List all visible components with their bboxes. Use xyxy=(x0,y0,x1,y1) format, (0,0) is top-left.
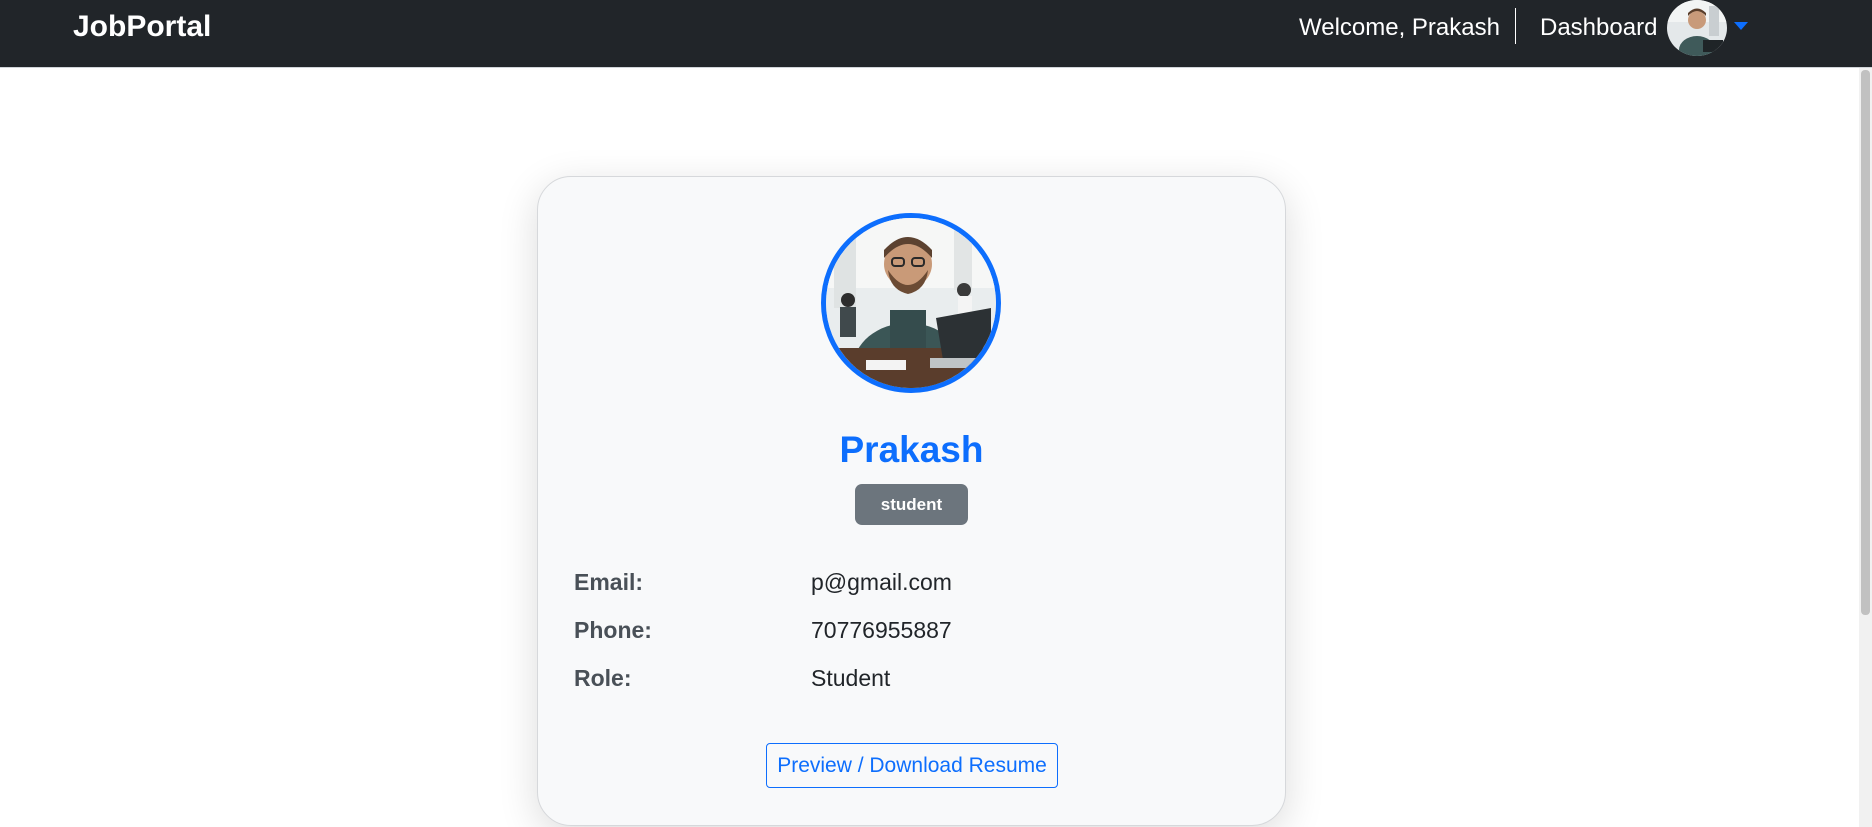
email-value: p@gmail.com xyxy=(811,569,952,595)
brand-logo[interactable]: JobPortal xyxy=(73,10,211,44)
caret-down-icon[interactable] xyxy=(1734,22,1748,30)
role-badge: student xyxy=(855,484,968,525)
scrollbar-thumb[interactable] xyxy=(1861,70,1870,615)
avatar-photo-icon xyxy=(1667,0,1727,56)
welcome-text: Welcome, Prakash xyxy=(1299,14,1500,41)
dashboard-link[interactable]: Dashboard xyxy=(1540,14,1657,42)
phone-value: 70776955887 xyxy=(811,617,952,643)
top-navbar: JobPortal Welcome, Prakash Dashboard xyxy=(0,0,1872,68)
profile-name: Prakash xyxy=(839,429,984,470)
role-value: Student xyxy=(811,665,891,691)
email-label: Email: xyxy=(574,569,644,595)
profile-card: Prakash student Email: p@gmail.com Phone… xyxy=(537,176,1286,826)
user-avatar[interactable] xyxy=(1667,0,1727,56)
profile-photo-icon xyxy=(826,218,996,388)
role-label: Role: xyxy=(574,665,632,691)
profile-avatar xyxy=(821,213,1001,393)
nav-divider xyxy=(1515,8,1516,44)
phone-label: Phone: xyxy=(574,617,652,643)
resume-button[interactable]: Preview / Download Resume xyxy=(766,743,1058,788)
